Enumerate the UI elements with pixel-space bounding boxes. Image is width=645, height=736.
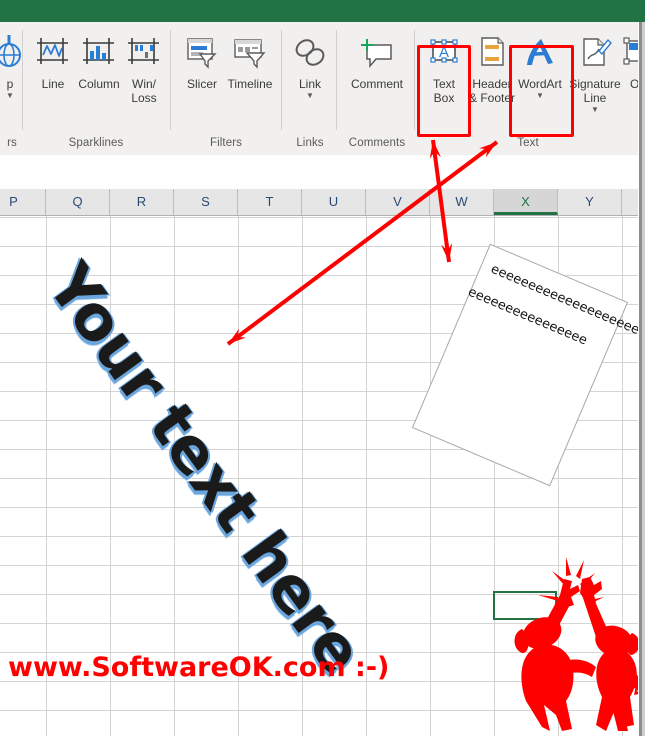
column-chart-icon [74, 30, 124, 74]
timeline-button[interactable]: Timeline [222, 28, 278, 124]
grid-line-horizontal [0, 217, 638, 218]
signature-line-label: Signature Line [569, 77, 621, 105]
column-header-U[interactable]: U [302, 189, 366, 215]
ribbon-group-separator [170, 30, 171, 130]
wordart-highlight [509, 45, 574, 137]
column-header-T[interactable]: T [238, 189, 302, 215]
link-label: Link [298, 77, 321, 91]
link-icon [286, 30, 334, 74]
column-header-R[interactable]: R [110, 189, 174, 215]
column-header-P[interactable]: P [0, 189, 46, 215]
two-people-high-five-clipart [500, 555, 638, 736]
grid-line-horizontal [0, 507, 638, 508]
column-header-V[interactable]: V [366, 189, 430, 215]
window-right-edge-top [638, 0, 645, 22]
formula-bar-strip[interactable] [0, 155, 638, 190]
column-header-X[interactable]: X [494, 189, 558, 215]
column-sparkline-label: Column [78, 77, 120, 91]
window-right-edge [638, 0, 645, 736]
winloss-sparkline-label: Win/ Loss [131, 77, 157, 105]
column-header-S[interactable]: S [174, 189, 238, 215]
column-header-W[interactable]: W [430, 189, 494, 215]
line-sparkline-button[interactable]: Line [30, 28, 76, 124]
ribbon-group-label: Comments [348, 137, 406, 149]
ribbon-group-separator [336, 30, 337, 130]
ribbon-group-label: Filters [209, 137, 242, 149]
grid-line-horizontal [0, 536, 638, 537]
grid-line-horizontal [0, 246, 638, 247]
object-label: Ob [618, 77, 638, 91]
comment-label: Comment [350, 77, 403, 91]
slicer-icon [178, 30, 226, 74]
comment-button[interactable]: Comment [341, 28, 413, 124]
chevron-down-icon[interactable]: ▼ [286, 92, 334, 100]
ribbon-group-label: Text [517, 137, 539, 149]
worksheet-grid[interactable]: eeeeeeeeeeeeeeeeeeeee eeeeeeeeeeeeeeee Y… [0, 216, 638, 736]
column-header-Q[interactable]: Q [46, 189, 110, 215]
object-button[interactable]: Ob [618, 28, 638, 124]
chevron-down-icon[interactable]: ▼ [566, 106, 624, 114]
column-header-Y[interactable]: Y [558, 189, 622, 215]
link-button[interactable]: Link ▼ [286, 28, 334, 124]
timeline-label: Timeline [227, 77, 273, 91]
line-chart-icon [30, 30, 76, 74]
column-header-row[interactable]: PQRSTUVWXY [0, 189, 638, 216]
ribbon-group-label: Links [296, 137, 324, 149]
column-sparkline-button[interactable]: Column [74, 28, 124, 124]
winloss-chart-icon [121, 30, 167, 74]
object-icon [618, 30, 638, 74]
timeline-icon [222, 30, 278, 74]
signature-line-button[interactable]: Signature Line ▼ [566, 28, 624, 124]
text-box-highlight [417, 45, 471, 137]
comment-icon [341, 30, 413, 74]
ribbon: rs p ▼ Sparklines Line Column Win/ Loss … [0, 22, 638, 156]
line-sparkline-label: Line [41, 77, 65, 91]
ribbon-group-separator [414, 30, 415, 130]
signature-line-icon [566, 30, 624, 74]
slicer-button[interactable]: Slicer [178, 28, 226, 124]
grid-line-vertical [430, 216, 431, 736]
watermark-url: www.SoftwareOK.com :-) [8, 652, 390, 683]
ribbon-group-separator [281, 30, 282, 130]
slicer-label: Slicer [186, 77, 217, 91]
title-bar [0, 0, 645, 22]
ribbon-group-separator [22, 30, 23, 130]
winloss-sparkline-button[interactable]: Win/ Loss [121, 28, 167, 124]
wordart-object[interactable]: Your text here [33, 250, 378, 686]
ribbon-group-label: Sparklines [68, 137, 124, 149]
